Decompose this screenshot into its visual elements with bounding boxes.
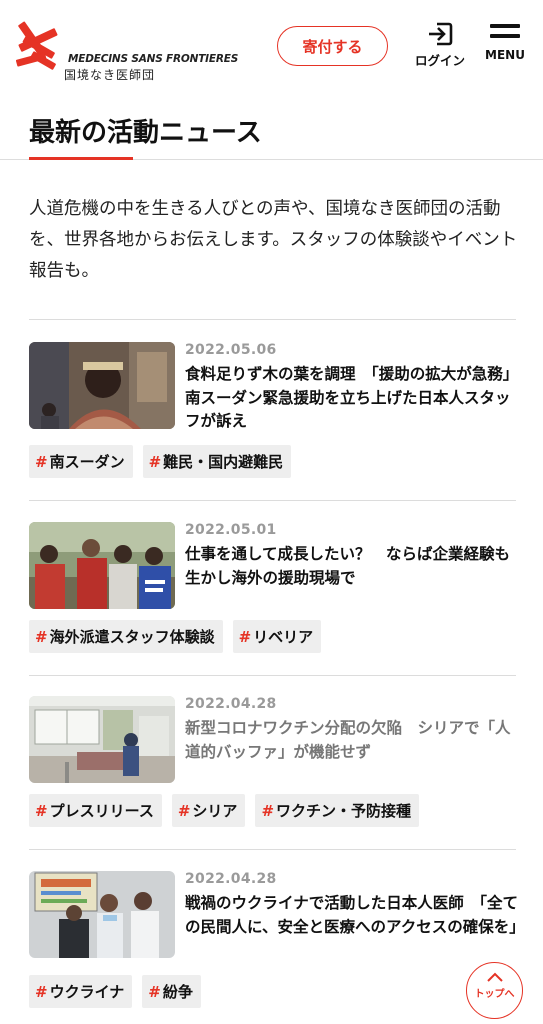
tag-chip[interactable]: # ワクチン・予防接種	[255, 794, 420, 827]
menu-icon	[490, 24, 520, 38]
hash-icon: #	[238, 627, 252, 646]
tag-label: リベリア	[253, 628, 314, 646]
article-date: 2022.04.28	[185, 696, 277, 712]
article-thumbnail[interactable]	[29, 871, 175, 958]
tag-label: ワクチン・予防接種	[276, 802, 412, 820]
page-title: 最新の活動ニュース	[29, 118, 262, 148]
thumbnail-image	[29, 871, 175, 958]
article-title[interactable]: 仕事を通して成長したい？ ならば企業経験も生かし海外の援助現場で	[185, 543, 518, 590]
scroll-to-top-button[interactable]: トップへ	[466, 962, 523, 1019]
login-button[interactable]: ログイン	[408, 22, 472, 70]
hash-icon: #	[35, 982, 48, 1001]
tag-chip[interactable]: # プレスリリース	[29, 794, 162, 827]
tag-chip[interactable]: # シリア	[171, 794, 246, 827]
intro-text: 人道危機の中を生きる人びとの声や、国境なき医師団の活動を、世界各地からお伝えしま…	[29, 199, 518, 281]
tag-list: # プレスリリース # シリア # ワクチン・予防接種	[29, 794, 420, 827]
menu-label: MENU	[485, 48, 525, 62]
divider	[29, 500, 516, 501]
article-item[interactable]: 2022.04.28 戦禍のウクライナで活動した日本人医師 「全ての民間人に、安…	[29, 871, 525, 1011]
article-title[interactable]: 新型コロナワクチン分配の欠陥 シリアで「人道的バッファ」が機能せず	[185, 717, 518, 764]
article-date: 2022.05.01	[185, 522, 277, 538]
article-thumbnail[interactable]	[29, 342, 175, 429]
divider	[29, 319, 516, 320]
article-item[interactable]: 2022.04.28 新型コロナワクチン分配の欠陥 シリアで「人道的バッファ」が…	[29, 696, 516, 831]
divider	[29, 675, 516, 676]
tag-list: # ウクライナ # 紛争	[29, 975, 201, 1008]
tag-label: シリア	[192, 802, 238, 820]
hash-icon: #	[35, 801, 48, 820]
article-thumbnail[interactable]	[29, 522, 175, 609]
article-date: 2022.04.28	[185, 871, 277, 887]
tag-chip[interactable]: # 難民・国内避難民	[142, 445, 292, 478]
logo-text-en: MEDECINS SANS FRONTIERES	[68, 53, 239, 65]
tag-chip[interactable]: # ウクライナ	[29, 975, 133, 1008]
tag-label: 海外派遣スタッフ体験談	[49, 628, 215, 646]
hash-icon: #	[261, 801, 275, 820]
tag-list: # 海外派遣スタッフ体験談 # リベリア	[29, 620, 322, 653]
tag-label: 紛争	[162, 983, 193, 1001]
hash-icon: #	[177, 801, 191, 820]
article-title[interactable]: 食料足りず木の葉を調理 「援助の拡大が急務」南スーダン緊急援助を立ち上げた日本人…	[185, 363, 518, 434]
donate-button[interactable]: 寄付する	[277, 26, 388, 66]
thumbnail-image	[29, 696, 175, 783]
scroll-to-top-label: トップへ	[474, 989, 515, 1000]
logo-text-ja: 国境なき医師団	[64, 68, 156, 82]
hash-icon: #	[35, 452, 48, 471]
article-title[interactable]: 戦禍のウクライナで活動した日本人医師 「全ての民間人に、安全と医療へのアクセスの…	[185, 892, 525, 939]
site-header: MEDECINS SANS FRONTIERES 国境なき医師団 寄付する ログ…	[0, 0, 543, 95]
article-item[interactable]: 2022.05.01 仕事を通して成長したい？ ならば企業経験も生かし海外の援助…	[29, 522, 516, 657]
menu-button[interactable]: MENU	[480, 24, 530, 68]
tag-chip[interactable]: # 南スーダン	[29, 445, 133, 478]
tag-chip[interactable]: # リベリア	[232, 620, 322, 653]
chevron-up-icon	[486, 972, 503, 982]
tag-label: ウクライナ	[49, 983, 125, 1001]
thumbnail-image	[29, 522, 175, 609]
hash-icon: #	[35, 627, 48, 646]
article-date: 2022.05.06	[185, 342, 277, 358]
tag-list: # 南スーダン # 難民・国内避難民	[29, 445, 292, 478]
tag-chip[interactable]: # 紛争	[142, 975, 201, 1008]
article-item[interactable]: 2022.05.06 食料足りず木の葉を調理 「援助の拡大が急務」南スーダン緊急…	[29, 342, 516, 482]
tag-label: 難民・国内避難民	[163, 453, 284, 471]
login-icon	[429, 22, 453, 46]
login-label: ログイン	[414, 53, 465, 68]
divider	[29, 849, 516, 850]
tag-chip[interactable]: # 海外派遣スタッフ体験談	[29, 620, 223, 653]
hash-icon: #	[148, 982, 161, 1001]
msf-logo[interactable]: MEDECINS SANS FRONTIERES 国境なき医師団	[14, 16, 238, 82]
article-thumbnail[interactable]	[29, 696, 175, 783]
hash-icon: #	[148, 452, 162, 471]
tag-label: 南スーダン	[49, 453, 125, 471]
thumbnail-image	[29, 342, 175, 429]
tag-label: プレスリリース	[49, 802, 154, 820]
title-accent-bar	[29, 157, 133, 160]
